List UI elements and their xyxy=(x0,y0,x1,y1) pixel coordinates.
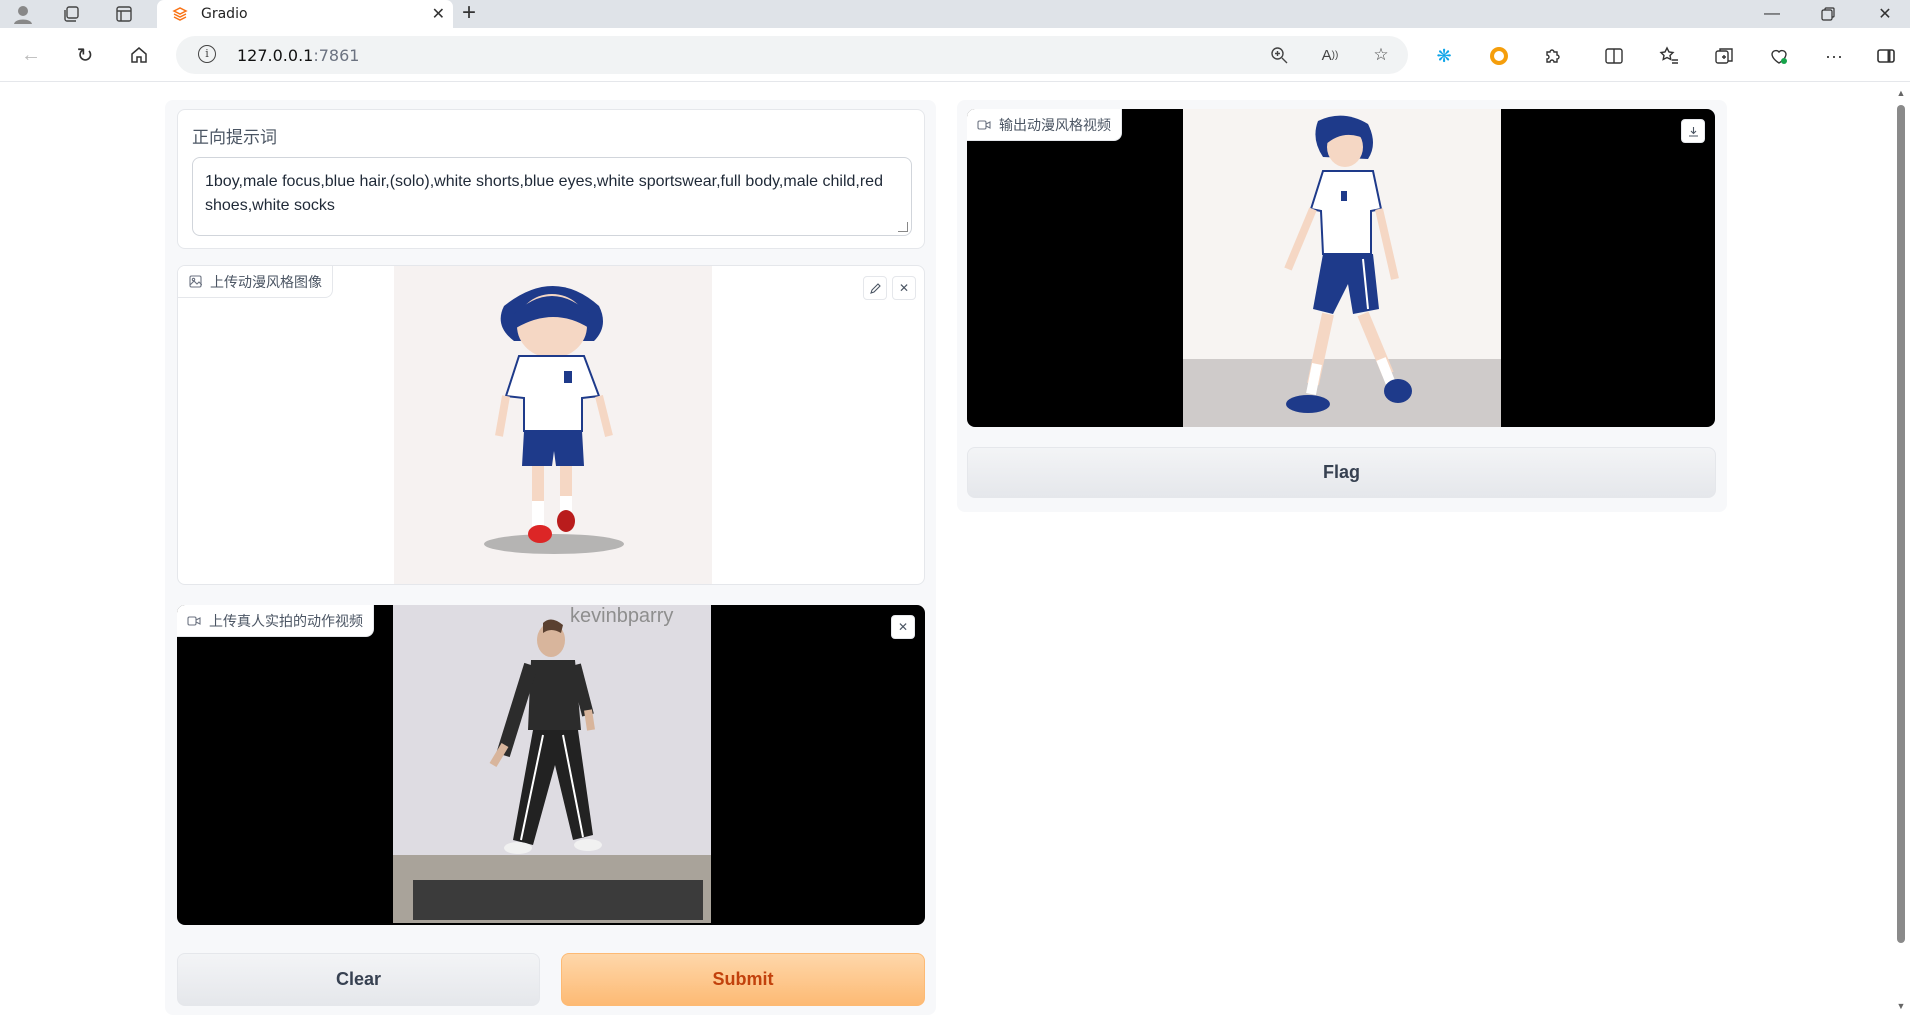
favorites-icon[interactable] xyxy=(1657,44,1681,68)
page-scrollbar[interactable]: ▲ ▼ xyxy=(1892,83,1910,1019)
browser-essentials-icon[interactable] xyxy=(1767,44,1791,68)
extensions-icon[interactable] xyxy=(1541,44,1565,68)
video-output-block[interactable]: 输出动漫风格视频 xyxy=(967,109,1715,427)
browser-tab-strip: Gradio ✕ + — ✕ xyxy=(0,0,1910,28)
flag-button[interactable]: Flag xyxy=(967,447,1716,498)
gradio-app: 正向提示词 1boy,male focus,blue hair,(solo),w… xyxy=(0,83,1892,1019)
output-column: 输出动漫风格视频 Flag xyxy=(957,100,1727,512)
video-camera-icon xyxy=(187,614,201,628)
input-column: 正向提示词 1boy,male focus,blue hair,(solo),w… xyxy=(165,100,936,1015)
tab-title: Gradio xyxy=(201,6,248,22)
image-upload-block[interactable]: 上传动漫风格图像 ✕ xyxy=(177,265,925,585)
anime-output-video[interactable] xyxy=(1183,109,1501,427)
split-screen-icon[interactable] xyxy=(1602,44,1626,68)
download-icon[interactable] xyxy=(1681,119,1705,143)
collections-icon[interactable] xyxy=(1712,44,1736,68)
video-output-label: 输出动漫风格视频 xyxy=(967,109,1122,141)
video-watermark: kevinbparry xyxy=(570,605,674,627)
submit-button[interactable]: Submit xyxy=(561,953,925,1006)
home-icon[interactable] xyxy=(124,40,154,70)
restore-icon[interactable] xyxy=(1808,2,1848,26)
close-window-icon[interactable]: ✕ xyxy=(1865,2,1905,26)
scroll-up-arrow-icon[interactable]: ▲ xyxy=(1896,88,1906,98)
gradio-logo-icon xyxy=(172,6,188,22)
resize-handle[interactable] xyxy=(898,222,908,232)
edit-image-button[interactable] xyxy=(863,276,887,300)
minimize-icon[interactable]: — xyxy=(1752,2,1792,26)
zoom-icon[interactable] xyxy=(1268,44,1290,66)
read-aloud-icon[interactable]: A)) xyxy=(1319,44,1341,66)
video-upload-block[interactable]: 上传真人实拍的动作视频 kevinbparry ✕ xyxy=(177,605,925,925)
url-text: 127.0.0.1:7861 xyxy=(237,46,360,65)
tab-actions-icon[interactable] xyxy=(111,2,137,26)
anime-input-image xyxy=(394,266,712,584)
prompt-text: 1boy,male focus,blue hair,(solo),white s… xyxy=(205,173,883,214)
video-camera-icon xyxy=(977,118,991,132)
extension-copilot-icon[interactable]: ❋ xyxy=(1432,44,1456,68)
scroll-down-arrow-icon[interactable]: ▼ xyxy=(1896,1001,1906,1011)
address-bar[interactable]: i 127.0.0.1:7861 A)) ☆ xyxy=(176,36,1408,74)
back-icon[interactable]: ← xyxy=(16,40,46,70)
workspaces-icon[interactable] xyxy=(58,2,84,26)
favorite-star-icon[interactable]: ☆ xyxy=(1370,44,1392,66)
prompt-textarea[interactable]: 1boy,male focus,blue hair,(solo),white s… xyxy=(192,157,912,236)
sidebar-toggle-icon[interactable] xyxy=(1874,44,1898,68)
close-tab-icon[interactable]: ✕ xyxy=(432,4,445,24)
prompt-label: 正向提示词 xyxy=(192,128,277,148)
profile-icon[interactable] xyxy=(10,2,36,26)
browser-tab-gradio[interactable]: Gradio ✕ xyxy=(157,0,453,28)
image-upload-label: 上传动漫风格图像 xyxy=(178,266,333,298)
browser-toolbar: ← ↻ i 127.0.0.1:7861 A)) ☆ ❋ ··· xyxy=(0,28,1910,82)
site-info-icon[interactable]: i xyxy=(198,45,216,63)
real-motion-video[interactable] xyxy=(393,605,711,923)
more-menu-icon[interactable]: ··· xyxy=(1822,44,1846,68)
clear-video-button[interactable]: ✕ xyxy=(891,615,915,639)
new-tab-button[interactable]: + xyxy=(462,1,476,25)
clear-image-button[interactable]: ✕ xyxy=(892,276,916,300)
prompt-block: 正向提示词 1boy,male focus,blue hair,(solo),w… xyxy=(177,109,925,249)
video-upload-label: 上传真人实拍的动作视频 xyxy=(177,605,374,637)
extension-orange-icon[interactable] xyxy=(1487,44,1511,68)
image-icon xyxy=(188,275,202,289)
refresh-icon[interactable]: ↻ xyxy=(70,40,100,70)
scrollbar-thumb[interactable] xyxy=(1897,105,1905,943)
clear-button[interactable]: Clear xyxy=(177,953,540,1006)
